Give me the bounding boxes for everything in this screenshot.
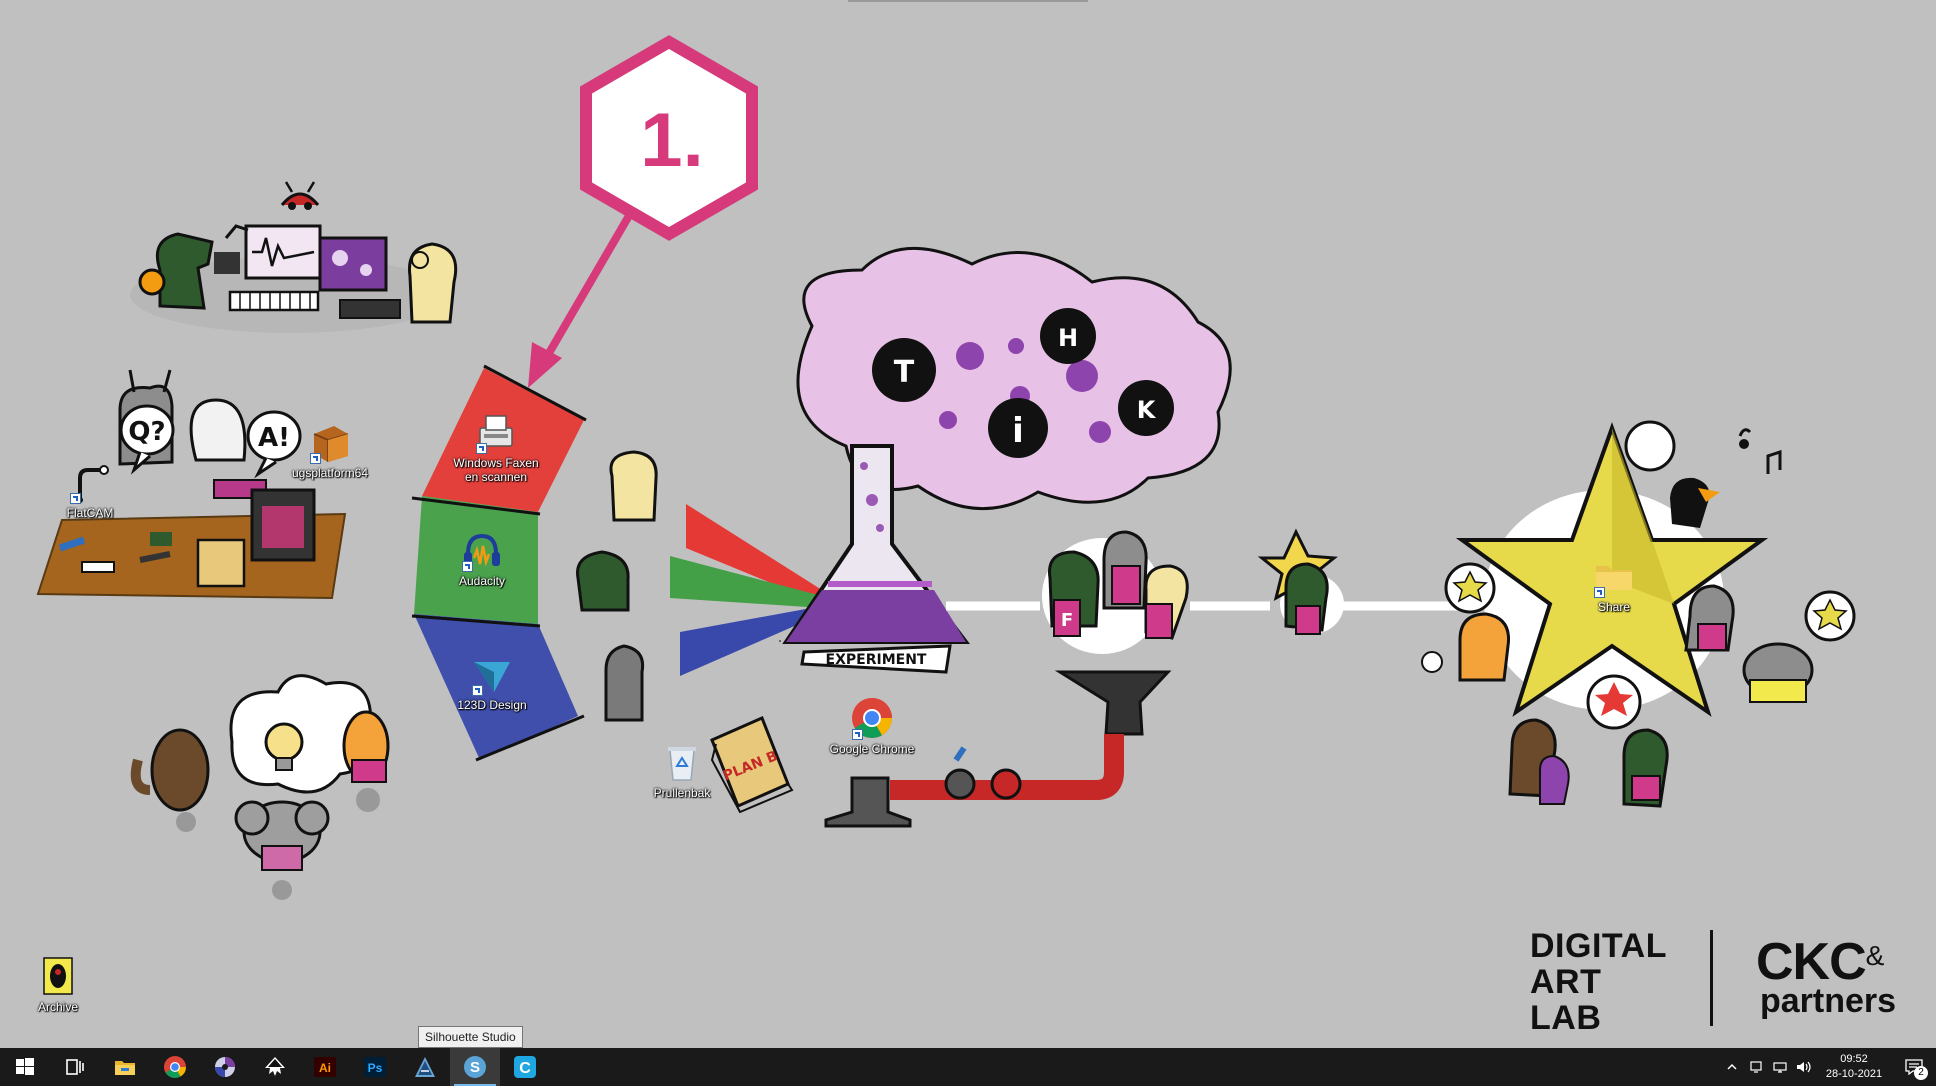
brand-divider xyxy=(1710,930,1713,1026)
brand-dal-line1: DIGITAL xyxy=(1530,927,1667,965)
tray-device-button[interactable] xyxy=(1744,1048,1768,1086)
svg-text:Ps: Ps xyxy=(368,1061,383,1075)
inkscape-icon xyxy=(265,1057,285,1076)
brand-dal-line3: LAB xyxy=(1530,999,1602,1037)
system-tray: 09:52 28-10-2021 2 xyxy=(1720,1048,1936,1086)
audacity-icon xyxy=(460,528,504,572)
taskbar: Ai Ps S C 09:52 28-10-2021 2 xyxy=(0,1048,1936,1086)
autodesk-icon xyxy=(415,1057,435,1077)
start-button[interactable] xyxy=(0,1048,50,1086)
device-icon xyxy=(1750,1061,1762,1073)
chevron-up-icon xyxy=(1727,1063,1737,1070)
star-group xyxy=(1421,420,1856,808)
speech-q-text: Q? xyxy=(128,417,165,447)
desktop-icon-audacity[interactable]: Audacity xyxy=(434,528,530,588)
speaker-icon xyxy=(1797,1061,1811,1073)
annotation-step-label: 1. xyxy=(640,98,703,183)
brainstorm-illustration xyxy=(130,674,390,900)
notification-count-badge: 2 xyxy=(1914,1066,1928,1080)
mascots-group: F xyxy=(1042,528,1344,654)
folder-icon xyxy=(1592,554,1636,598)
network-icon xyxy=(1773,1062,1787,1073)
desktop-icon-label: FlatCAM xyxy=(66,506,114,520)
archive-icon xyxy=(36,954,80,998)
chrome-icon xyxy=(164,1056,186,1078)
photoshop-icon: Ps xyxy=(364,1057,386,1077)
desktop-icon-google-chrome[interactable]: Google Chrome xyxy=(824,696,920,756)
cloud-letter-h: H xyxy=(1058,324,1078,352)
folder-icon xyxy=(115,1061,135,1075)
brand-partners: partners xyxy=(1760,982,1897,1020)
svg-text:Ai: Ai xyxy=(319,1061,331,1075)
desktop-icon-ugsplatform64[interactable]: ugsplatform64 xyxy=(282,420,378,480)
brand-digital-art-lab: DIGITAL ART LAB xyxy=(1530,928,1667,1036)
desktop-icon-label: 123D Design xyxy=(457,698,527,712)
illustrator-icon: Ai xyxy=(314,1057,336,1077)
mascot-letter-1: F xyxy=(1061,610,1073,631)
action-center-button[interactable]: 2 xyxy=(1892,1048,1936,1086)
clock-time: 09:52 xyxy=(1840,1053,1868,1065)
desktop-icon-label: Windows Faxen en scannen xyxy=(453,456,539,484)
flask-banner-text: EXPERIMENT xyxy=(826,652,927,668)
desktop-icon-label: Share xyxy=(1597,600,1631,614)
task-view-icon xyxy=(66,1059,84,1075)
cloud-letter-t: T xyxy=(894,355,915,390)
silhouette-icon: S xyxy=(464,1056,486,1078)
desktop-icon-label: Archive xyxy=(37,1000,78,1014)
desktop-icon-123d-design[interactable]: 123D Design xyxy=(444,652,540,712)
task-view-button[interactable] xyxy=(50,1048,100,1086)
volume-button[interactable] xyxy=(1792,1048,1816,1086)
taskbar-photoshop[interactable]: Ps xyxy=(350,1048,400,1086)
network-button[interactable] xyxy=(1768,1048,1792,1086)
taskbar-tooltip: Silhouette Studio xyxy=(418,1026,523,1048)
disc-icon xyxy=(215,1057,235,1077)
desktop[interactable]: Q? A! 1. T H i K EXPERIMENT F PLAN B Fla… xyxy=(0,0,1936,1048)
show-hidden-icons-button[interactable] xyxy=(1720,1048,1744,1086)
chrome-icon xyxy=(850,696,894,740)
desktop-icon-prullenbak[interactable]: Prullenbak xyxy=(634,740,730,800)
123d-design-icon xyxy=(470,652,514,696)
fax-icon xyxy=(474,410,518,454)
brand-ckc-amp: & xyxy=(1865,940,1885,971)
svg-text:S: S xyxy=(470,1059,480,1076)
desktop-icon-label: ugsplatform64 xyxy=(291,466,369,480)
taskbar-inkscape[interactable] xyxy=(250,1048,300,1086)
brand-dal-line2: ART xyxy=(1530,963,1602,1001)
wallpaper: Q? A! 1. T H i K EXPERIMENT F PLAN B xyxy=(36,0,1856,900)
taskbar-cura[interactable]: C xyxy=(500,1048,550,1086)
desktop-icon-archive[interactable]: Archive xyxy=(10,954,106,1014)
taskbar-chrome[interactable] xyxy=(150,1048,200,1086)
windows-logo-icon xyxy=(16,1058,34,1075)
recycle-bin-icon xyxy=(660,740,704,784)
desktop-icon-windows-fax[interactable]: Windows Faxen en scannen xyxy=(448,410,544,484)
taskbar-file-explorer[interactable] xyxy=(100,1048,150,1086)
desktop-icon-label: Audacity xyxy=(458,574,506,588)
clock-date: 28-10-2021 xyxy=(1825,1068,1883,1080)
desktop-icon-label: Google Chrome xyxy=(829,742,915,756)
taskbar-silhouette-studio[interactable]: S xyxy=(450,1048,500,1086)
desktop-icon-share[interactable]: Share xyxy=(1566,554,1662,614)
ugs-cube-icon xyxy=(308,420,352,464)
taskbar-app-disc[interactable] xyxy=(200,1048,250,1086)
desktop-icon-label: Prullenbak xyxy=(653,786,711,800)
cloud-letter-i: i xyxy=(1012,411,1024,451)
svg-text:C: C xyxy=(519,1060,531,1077)
desktop-icon-flatcam[interactable]: FlatCAM xyxy=(42,460,138,520)
cura-icon: C xyxy=(514,1056,536,1078)
annotation-marker: 1. xyxy=(528,35,758,388)
cloud-letter-k: K xyxy=(1137,396,1157,424)
taskbar-clock[interactable]: 09:52 28-10-2021 xyxy=(1816,1052,1892,1082)
flatcam-icon xyxy=(68,460,112,504)
taskbar-illustrator[interactable]: Ai xyxy=(300,1048,350,1086)
workshop-music-illustration xyxy=(130,181,458,333)
taskbar-autodesk[interactable] xyxy=(400,1048,450,1086)
